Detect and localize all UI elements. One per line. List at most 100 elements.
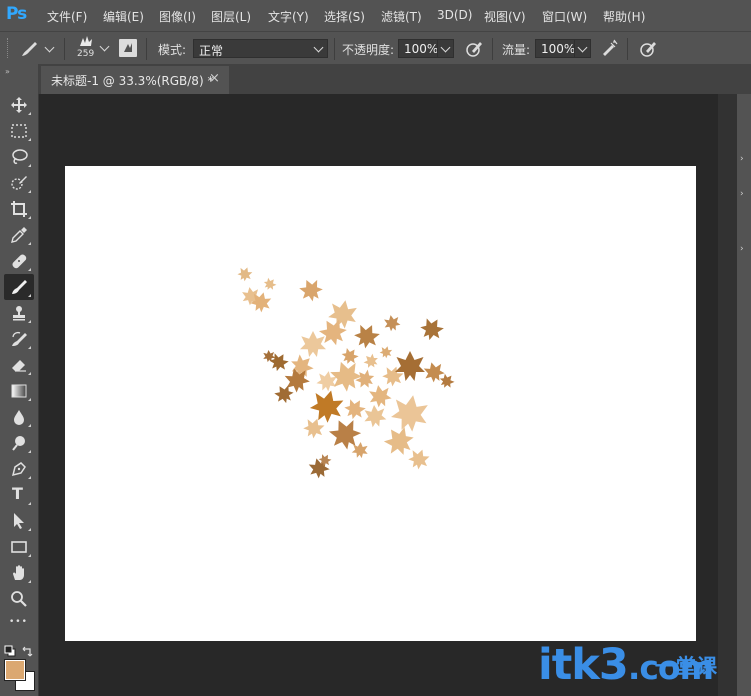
move-icon — [11, 97, 27, 113]
crop-icon — [11, 201, 27, 217]
history-brush-icon — [12, 331, 27, 346]
zoom-icon — [11, 591, 27, 607]
eraser-tool[interactable] — [4, 352, 34, 378]
healing-brush-tool[interactable] — [4, 248, 34, 274]
rectangle-icon — [11, 541, 27, 553]
divider — [146, 38, 147, 60]
document-tab[interactable]: 未标题-1 @ 33.3%(RGB/8) * × — [41, 66, 229, 94]
menu-image[interactable]: 图像(I) — [159, 8, 196, 25]
chevron-down-icon — [313, 42, 324, 53]
swap-colors-button[interactable] — [22, 642, 34, 657]
eraser-icon — [12, 360, 26, 372]
blend-mode-value: 正常 — [199, 44, 224, 58]
tool-preset-picker[interactable] — [18, 37, 58, 61]
airbrush-icon — [603, 39, 618, 56]
options-grip — [6, 32, 10, 65]
rectangle-tool[interactable] — [4, 534, 34, 560]
size-pressure-button[interactable] — [638, 39, 658, 59]
scroll-strip[interactable] — [718, 94, 737, 696]
flow-label: 流量: — [502, 43, 531, 57]
dodge-tool[interactable] — [4, 430, 34, 456]
leaf-brush-strokes — [236, 265, 457, 481]
brush-preset-icon — [22, 42, 37, 56]
watermark: itk3.com 一堂课 — [538, 640, 717, 690]
opacity-field[interactable]: 100% — [398, 39, 454, 58]
pressure-size-icon — [640, 42, 656, 57]
history-brush-tool[interactable] — [4, 326, 34, 352]
brush-size-value: 259 — [77, 49, 95, 59]
blur-tool[interactable] — [4, 404, 34, 430]
lasso-tool[interactable] — [4, 144, 34, 170]
chevron-down-icon — [99, 41, 110, 52]
close-icon[interactable]: × — [209, 71, 220, 86]
menu-3d[interactable]: 3D(D) — [437, 8, 472, 22]
eyedropper-icon — [11, 227, 27, 243]
divider — [492, 38, 493, 60]
brush-panel-icon — [124, 43, 132, 52]
chevron-down-icon — [44, 42, 55, 53]
move-tool[interactable] — [4, 92, 34, 118]
brush-icon — [12, 280, 27, 294]
swap-arrow-icon — [22, 646, 33, 657]
opacity-label: 不透明度: — [342, 43, 395, 57]
divider — [64, 38, 65, 60]
crop-tool[interactable] — [4, 196, 34, 222]
photoshop-logo: Ps — [6, 4, 27, 24]
brush-tool[interactable] — [4, 274, 34, 300]
panel-toggle-icon[interactable]: › — [740, 189, 744, 199]
document-tab-title: 未标题-1 @ 33.3%(RGB/8) * — [51, 74, 214, 88]
eyedropper-tool[interactable] — [4, 222, 34, 248]
tools-panel: » T ••• — [0, 64, 39, 696]
divider — [334, 38, 335, 60]
menu-edit[interactable]: 编辑(E) — [103, 8, 144, 25]
opacity-pressure-button[interactable] — [464, 39, 484, 59]
blend-mode-select[interactable]: 正常 — [193, 39, 328, 58]
more-tools[interactable]: ••• — [4, 612, 34, 638]
bandage-icon — [12, 254, 27, 269]
brush-picker[interactable]: 259 — [73, 34, 111, 64]
type-tool[interactable]: T — [4, 482, 34, 508]
pen-tool[interactable] — [4, 456, 34, 482]
gradient-tool[interactable] — [4, 378, 34, 404]
chevron-down-icon — [577, 42, 588, 53]
options-bar: 259 模式: 正常 不透明度: 100% 流量: 100% — [0, 31, 751, 65]
stamp-icon — [13, 306, 25, 321]
marquee-tool[interactable] — [4, 118, 34, 144]
default-colors-button[interactable] — [4, 642, 16, 657]
foreground-color-swatch[interactable] — [4, 659, 26, 681]
marquee-icon — [11, 124, 27, 138]
path-selection-tool[interactable] — [4, 508, 34, 534]
menu-view[interactable]: 视图(V) — [484, 8, 526, 25]
menu-select[interactable]: 选择(S) — [324, 8, 365, 25]
quick-selection-tool[interactable] — [4, 170, 34, 196]
menu-filter[interactable]: 滤镜(T) — [381, 8, 422, 25]
pen-icon — [11, 462, 26, 477]
panel-toggle-icon[interactable]: › — [740, 154, 744, 164]
default-colors-icon — [4, 645, 16, 657]
menu-type[interactable]: 文字(Y) — [268, 8, 309, 25]
menu-window[interactable]: 窗口(W) — [542, 8, 587, 25]
document-canvas[interactable] — [65, 166, 696, 641]
airbrush-button[interactable] — [599, 39, 619, 59]
opacity-value: 100% — [404, 42, 439, 56]
brush-settings-toggle[interactable] — [119, 39, 137, 57]
clone-stamp-tool[interactable] — [4, 300, 34, 326]
watermark-text: itk3 — [538, 640, 629, 690]
lasso-icon — [12, 149, 28, 164]
quick-selection-icon — [11, 176, 27, 190]
menu-bar: Ps 文件(F) 编辑(E) 图像(I) 图层(L) 文字(Y) 选择(S) 滤… — [0, 0, 751, 31]
panel-toggle-icon[interactable]: › — [740, 244, 744, 254]
zoom-tool[interactable] — [4, 586, 34, 612]
hand-tool[interactable] — [4, 560, 34, 586]
chevron-down-icon — [440, 42, 451, 53]
mode-label: 模式: — [158, 43, 187, 57]
flow-field[interactable]: 100% — [535, 39, 591, 58]
collapsed-panels: › › › — [737, 94, 751, 696]
gradient-icon — [11, 384, 27, 398]
menu-layer[interactable]: 图层(L) — [211, 8, 251, 25]
document-tab-bar: 未标题-1 @ 33.3%(RGB/8) * × — [38, 64, 751, 94]
menu-file[interactable]: 文件(F) — [47, 8, 87, 25]
menu-help[interactable]: 帮助(H) — [603, 8, 645, 25]
watermark-cn: 一堂课 — [655, 654, 718, 678]
arrow-icon — [14, 513, 24, 529]
